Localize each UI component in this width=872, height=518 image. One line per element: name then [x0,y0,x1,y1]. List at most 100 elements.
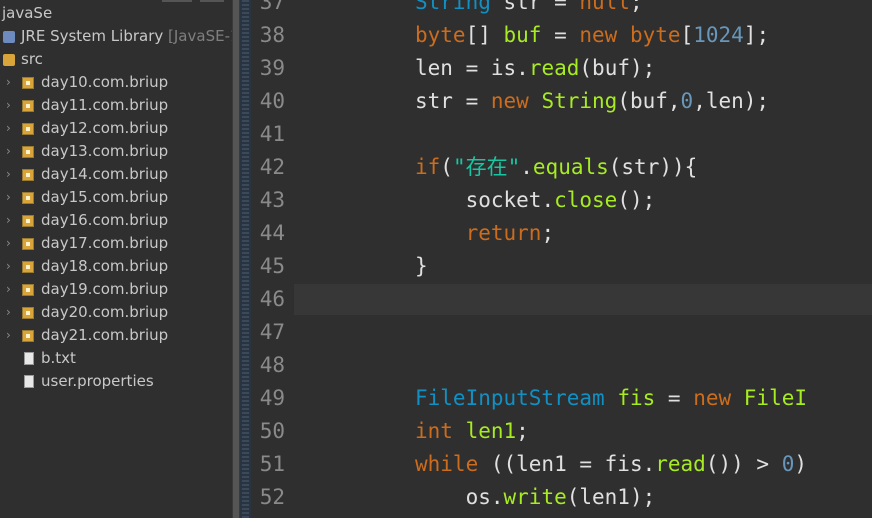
chevron-right-icon[interactable]: › [6,255,16,278]
chevron-right-icon[interactable]: › [6,232,16,255]
code-token: } [415,254,428,278]
code-token: . [520,155,533,179]
code-line[interactable]: while ((len1 = fis.read()) > 0) [415,448,807,481]
line-number: 49 [259,386,285,410]
project-label: javaSe [2,4,53,22]
code-token: ()) > [705,452,782,476]
package-label: day10.com.briup [41,73,169,91]
code-token: str [415,89,453,113]
code-token: . [541,188,555,212]
package-label: day19.com.briup [41,280,169,298]
code-line[interactable]: socket.close(); [415,184,656,217]
line-number: 42 [259,155,285,179]
code-token: ( [440,155,453,179]
code-line[interactable]: str = new String(buf,0,len); [415,85,769,118]
code-token: = [541,23,580,47]
chevron-right-icon[interactable]: › [6,94,16,117]
package-icon [22,330,34,342]
code-token: 0 [680,89,694,113]
line-number: 39 [259,56,285,80]
code-token: ((len1 = [478,452,605,476]
code-token: ; [629,0,643,14]
package-explorer: javaSe JRE System Library [JavaSE-1. src… [0,0,232,518]
jre-decoration: [JavaSE-1. [168,27,232,45]
package-label: day12.com.briup [41,119,169,137]
code-token: (buf, [617,89,681,113]
code-token: = [452,89,491,113]
package-icon [22,307,34,319]
code-line[interactable]: os.write(len1); [415,481,656,514]
code-line[interactable]: } [415,250,428,283]
code-line[interactable]: return; [415,217,555,250]
code-token: byte [415,23,466,47]
code-token: (); [617,188,656,212]
package-icon [22,238,34,250]
code-token: os [415,485,491,509]
code-token: buf [503,23,542,47]
chevron-right-icon[interactable]: › [6,209,16,232]
package-label: day20.com.briup [41,303,169,321]
line-number: 47 [259,320,285,344]
collapse-all-icon[interactable] [162,0,192,2]
package-label: day17.com.briup [41,234,169,252]
chevron-right-icon[interactable]: › [6,301,16,324]
line-number: 44 [259,221,285,245]
code-token: ]; [743,23,770,47]
explorer-scrollbar-thumb[interactable] [233,0,239,518]
code-token: ; [516,419,529,443]
package-label: day13.com.briup [41,142,169,160]
code-token: 1024 [693,23,744,47]
package-icon [22,261,34,273]
file-label: b.txt [41,349,76,367]
chevron-right-icon[interactable]: › [6,163,16,186]
code-token: . [642,452,656,476]
code-token: len1 [465,419,517,443]
line-number: 50 [259,419,285,443]
code-line[interactable]: len = is.read(buf); [415,52,655,85]
code-token: 0 [781,452,795,476]
code-line[interactable]: int len1; [415,415,529,448]
code-token: ; [541,221,555,245]
line-number: 52 [259,485,285,509]
code-token: = [655,386,694,410]
package-icon [22,215,34,227]
package-label: day14.com.briup [41,165,169,183]
code-token: socket [415,188,542,212]
package-label: day21.com.briup [41,326,169,344]
code-line[interactable]: if("存在".equals(str)){ [415,151,697,184]
chevron-right-icon[interactable]: › [6,278,16,301]
line-number: 51 [259,452,285,476]
code-line[interactable]: FileInputStream fis = new FileI [415,382,807,415]
code-line[interactable]: byte[] buf = new byte[1024]; [415,19,769,52]
change-marker-strip [242,0,249,518]
chevron-right-icon[interactable]: › [6,324,16,347]
package-label: day15.com.briup [41,188,169,206]
line-number: 41 [259,122,285,146]
file-label: user.properties [41,372,154,390]
code-token: String [415,0,491,14]
code-token: read [528,56,580,80]
package-icon [22,192,34,204]
code-token: FileI [743,386,807,410]
code-token: String [541,89,618,113]
code-token: fis [604,452,643,476]
code-line[interactable]: String str = null; [415,0,643,19]
chevron-right-icon[interactable]: › [6,186,16,209]
line-number: 45 [259,254,285,278]
code-token: byte [629,23,681,47]
view-menu-icon[interactable] [200,0,224,2]
chevron-right-icon[interactable]: › [6,117,16,140]
file-icon [24,352,34,365]
code-token: is [490,56,517,80]
file-icon [24,375,34,388]
code-token: null [579,0,630,14]
line-number: 37 [259,0,285,14]
chevron-right-icon[interactable]: › [6,140,16,163]
package-icon [22,284,34,296]
chevron-right-icon[interactable]: › [6,71,16,94]
package-label: day11.com.briup [41,96,169,114]
src-label: src [21,50,43,68]
